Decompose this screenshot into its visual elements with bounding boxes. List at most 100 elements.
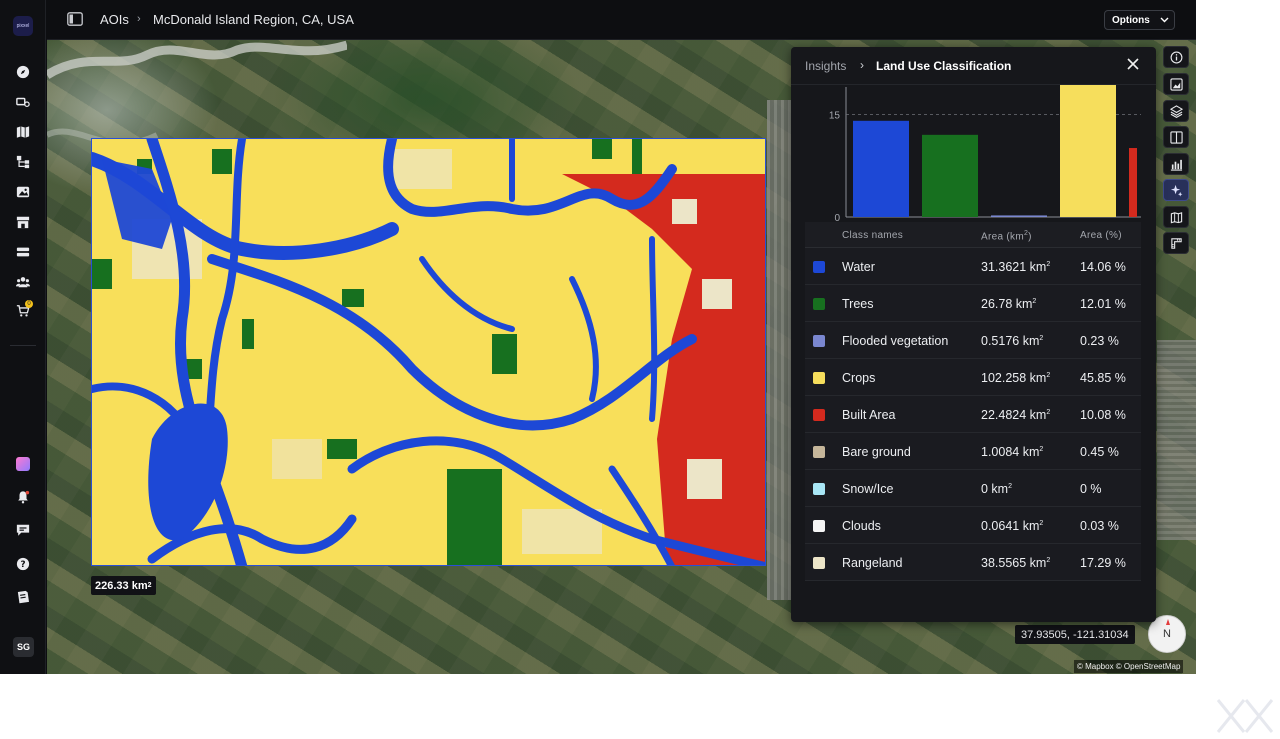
feedback-icon[interactable] bbox=[15, 522, 31, 538]
bar-chart-svg: 015WaterTreesFlooded ve...Crops bbox=[829, 85, 1141, 234]
class-area: 0.0641 km2 bbox=[981, 519, 1043, 533]
satellite-icon[interactable] bbox=[15, 94, 31, 110]
team-icon[interactable] bbox=[15, 274, 31, 290]
class-percent: 45.85 % bbox=[1080, 371, 1126, 385]
class-area-value: 38.5565 km bbox=[981, 556, 1047, 570]
table-row[interactable]: Flooded vegetation 0.5176 km2 0.23 % bbox=[805, 322, 1141, 359]
cart-badge: 0 bbox=[25, 300, 33, 308]
insights-panel: Insights › Land Use Classification 015Wa… bbox=[791, 47, 1156, 622]
class-area-sup: 2 bbox=[1039, 519, 1044, 527]
class-area-sup: 2 bbox=[1046, 371, 1051, 379]
workflow-icon[interactable] bbox=[15, 154, 31, 170]
split-view-icon[interactable] bbox=[1163, 126, 1189, 148]
col-area-pct[interactable]: Area (%) bbox=[1080, 230, 1122, 241]
class-area: 0 km2 bbox=[981, 482, 1012, 496]
image-compare-icon[interactable] bbox=[1163, 73, 1189, 95]
class-percent: 0.45 % bbox=[1080, 445, 1119, 459]
svg-text:?: ? bbox=[20, 560, 25, 570]
breadcrumb-current: McDonald Island Region, CA, USA bbox=[153, 12, 354, 27]
table-row[interactable]: Bare ground 1.0084 km2 0.45 % bbox=[805, 433, 1141, 470]
image-icon[interactable] bbox=[15, 184, 31, 200]
class-color-swatch bbox=[813, 298, 825, 310]
sidebar-toggle-icon[interactable] bbox=[67, 12, 83, 26]
docs-icon[interactable] bbox=[15, 589, 31, 605]
class-area-value: 31.3621 km bbox=[981, 260, 1047, 274]
table-row[interactable]: Crops 102.258 km2 45.85 % bbox=[805, 359, 1141, 396]
aoi-area-unit-sup: 2 bbox=[147, 582, 152, 589]
class-area-sup: 2 bbox=[1046, 260, 1051, 268]
notification-icon[interactable] bbox=[15, 489, 31, 505]
sparkle-icon[interactable] bbox=[1163, 179, 1189, 201]
panel-title: Land Use Classification bbox=[876, 59, 1012, 73]
class-percent: 14.06 % bbox=[1080, 260, 1126, 274]
ruler-icon[interactable] bbox=[1163, 232, 1189, 254]
class-area: 1.0084 km2 bbox=[981, 445, 1043, 459]
class-percent: 0.03 % bbox=[1080, 519, 1119, 533]
bar-water bbox=[853, 120, 909, 217]
close-icon[interactable] bbox=[1126, 57, 1140, 71]
table-row[interactable]: Water 31.3621 km2 14.06 % bbox=[805, 248, 1141, 285]
pixxel-logo[interactable]: pixxel bbox=[13, 16, 33, 36]
class-percent: 17.29 % bbox=[1080, 556, 1126, 570]
class-area: 22.4824 km2 bbox=[981, 408, 1050, 422]
info-icon[interactable] bbox=[1163, 46, 1189, 68]
store-icon[interactable] bbox=[15, 214, 31, 230]
class-name: Trees bbox=[842, 297, 874, 311]
aoi-classification-overlay[interactable] bbox=[91, 138, 766, 566]
bar-trees bbox=[922, 134, 978, 217]
table-row[interactable]: Snow/Ice 0 km2 0 % bbox=[805, 470, 1141, 507]
class-color-swatch bbox=[813, 372, 825, 384]
map-book-icon[interactable] bbox=[1163, 206, 1189, 228]
class-name: Snow/Ice bbox=[842, 482, 894, 496]
breadcrumb-chevron-icon: › bbox=[137, 13, 141, 25]
compass-icon[interactable] bbox=[15, 64, 31, 80]
class-area-value: 22.4824 km bbox=[981, 408, 1047, 422]
map-icon[interactable] bbox=[15, 124, 31, 140]
layers-icon[interactable] bbox=[1163, 100, 1189, 122]
col-class-names[interactable]: Class names bbox=[842, 230, 903, 241]
breadcrumb-insights[interactable]: Insights bbox=[805, 59, 846, 73]
class-percent: 0.23 % bbox=[1080, 334, 1119, 348]
database-icon[interactable] bbox=[15, 244, 31, 260]
class-name: Crops bbox=[842, 371, 876, 385]
table-row[interactable]: Rangeland 38.5565 km2 17.29 % bbox=[805, 544, 1141, 581]
class-name: Clouds bbox=[842, 519, 881, 533]
class-color-swatch bbox=[813, 557, 825, 569]
breadcrumb-aois[interactable]: AOIs bbox=[100, 12, 129, 27]
class-area-value: 0.0641 km bbox=[981, 519, 1040, 533]
help-icon[interactable]: ? bbox=[15, 556, 31, 572]
class-color-swatch bbox=[813, 409, 825, 421]
class-area-sup: 2 bbox=[1008, 482, 1012, 490]
user-avatar[interactable]: SG bbox=[13, 637, 34, 657]
options-button[interactable]: Options bbox=[1104, 10, 1175, 30]
table-row[interactable]: Trees 26.78 km2 12.01 % bbox=[805, 285, 1141, 322]
compass-needle-icon bbox=[1166, 619, 1170, 625]
class-color-swatch bbox=[813, 335, 825, 347]
table-row[interactable]: Clouds 0.0641 km2 0.03 % bbox=[805, 507, 1141, 544]
class-name: Bare ground bbox=[842, 445, 911, 459]
class-area-sup: 2 bbox=[1046, 556, 1051, 564]
class-percent: 10.08 % bbox=[1080, 408, 1126, 422]
rail-divider bbox=[10, 345, 36, 346]
class-area: 26.78 km2 bbox=[981, 297, 1036, 311]
col-area-km2-text: Area (km bbox=[981, 231, 1024, 243]
class-area: 0.5176 km2 bbox=[981, 334, 1043, 348]
top-bar: AOIs › McDonald Island Region, CA, USA O… bbox=[47, 0, 1196, 40]
bar-crops bbox=[1060, 85, 1116, 218]
insights-panel-header: Insights › Land Use Classification bbox=[791, 47, 1156, 85]
map-attribution[interactable]: © Mapbox © OpenStreetMap bbox=[1074, 660, 1184, 673]
class-area-sup: 2 bbox=[1032, 297, 1037, 305]
class-color-swatch bbox=[813, 261, 825, 273]
class-area-value: 26.78 km bbox=[981, 297, 1033, 311]
chevron-right-icon: › bbox=[860, 58, 864, 72]
table-row[interactable]: Built Area 22.4824 km2 10.08 % bbox=[805, 396, 1141, 433]
chart-icon[interactable] bbox=[1163, 153, 1189, 175]
class-area: 31.3621 km2 bbox=[981, 260, 1050, 274]
apps-icon[interactable] bbox=[16, 457, 30, 471]
class-color-swatch bbox=[813, 520, 825, 532]
class-table: Class names Area (km2) Area (%) Water 31.… bbox=[805, 222, 1141, 581]
class-area-sup: 2 bbox=[1039, 445, 1044, 453]
class-area-sup: 2 bbox=[1039, 334, 1044, 342]
table-body: Water 31.3621 km2 14.06 % Trees 26.78 km2 12.… bbox=[805, 248, 1141, 581]
col-area-km2[interactable]: Area (km2) bbox=[981, 230, 1032, 242]
